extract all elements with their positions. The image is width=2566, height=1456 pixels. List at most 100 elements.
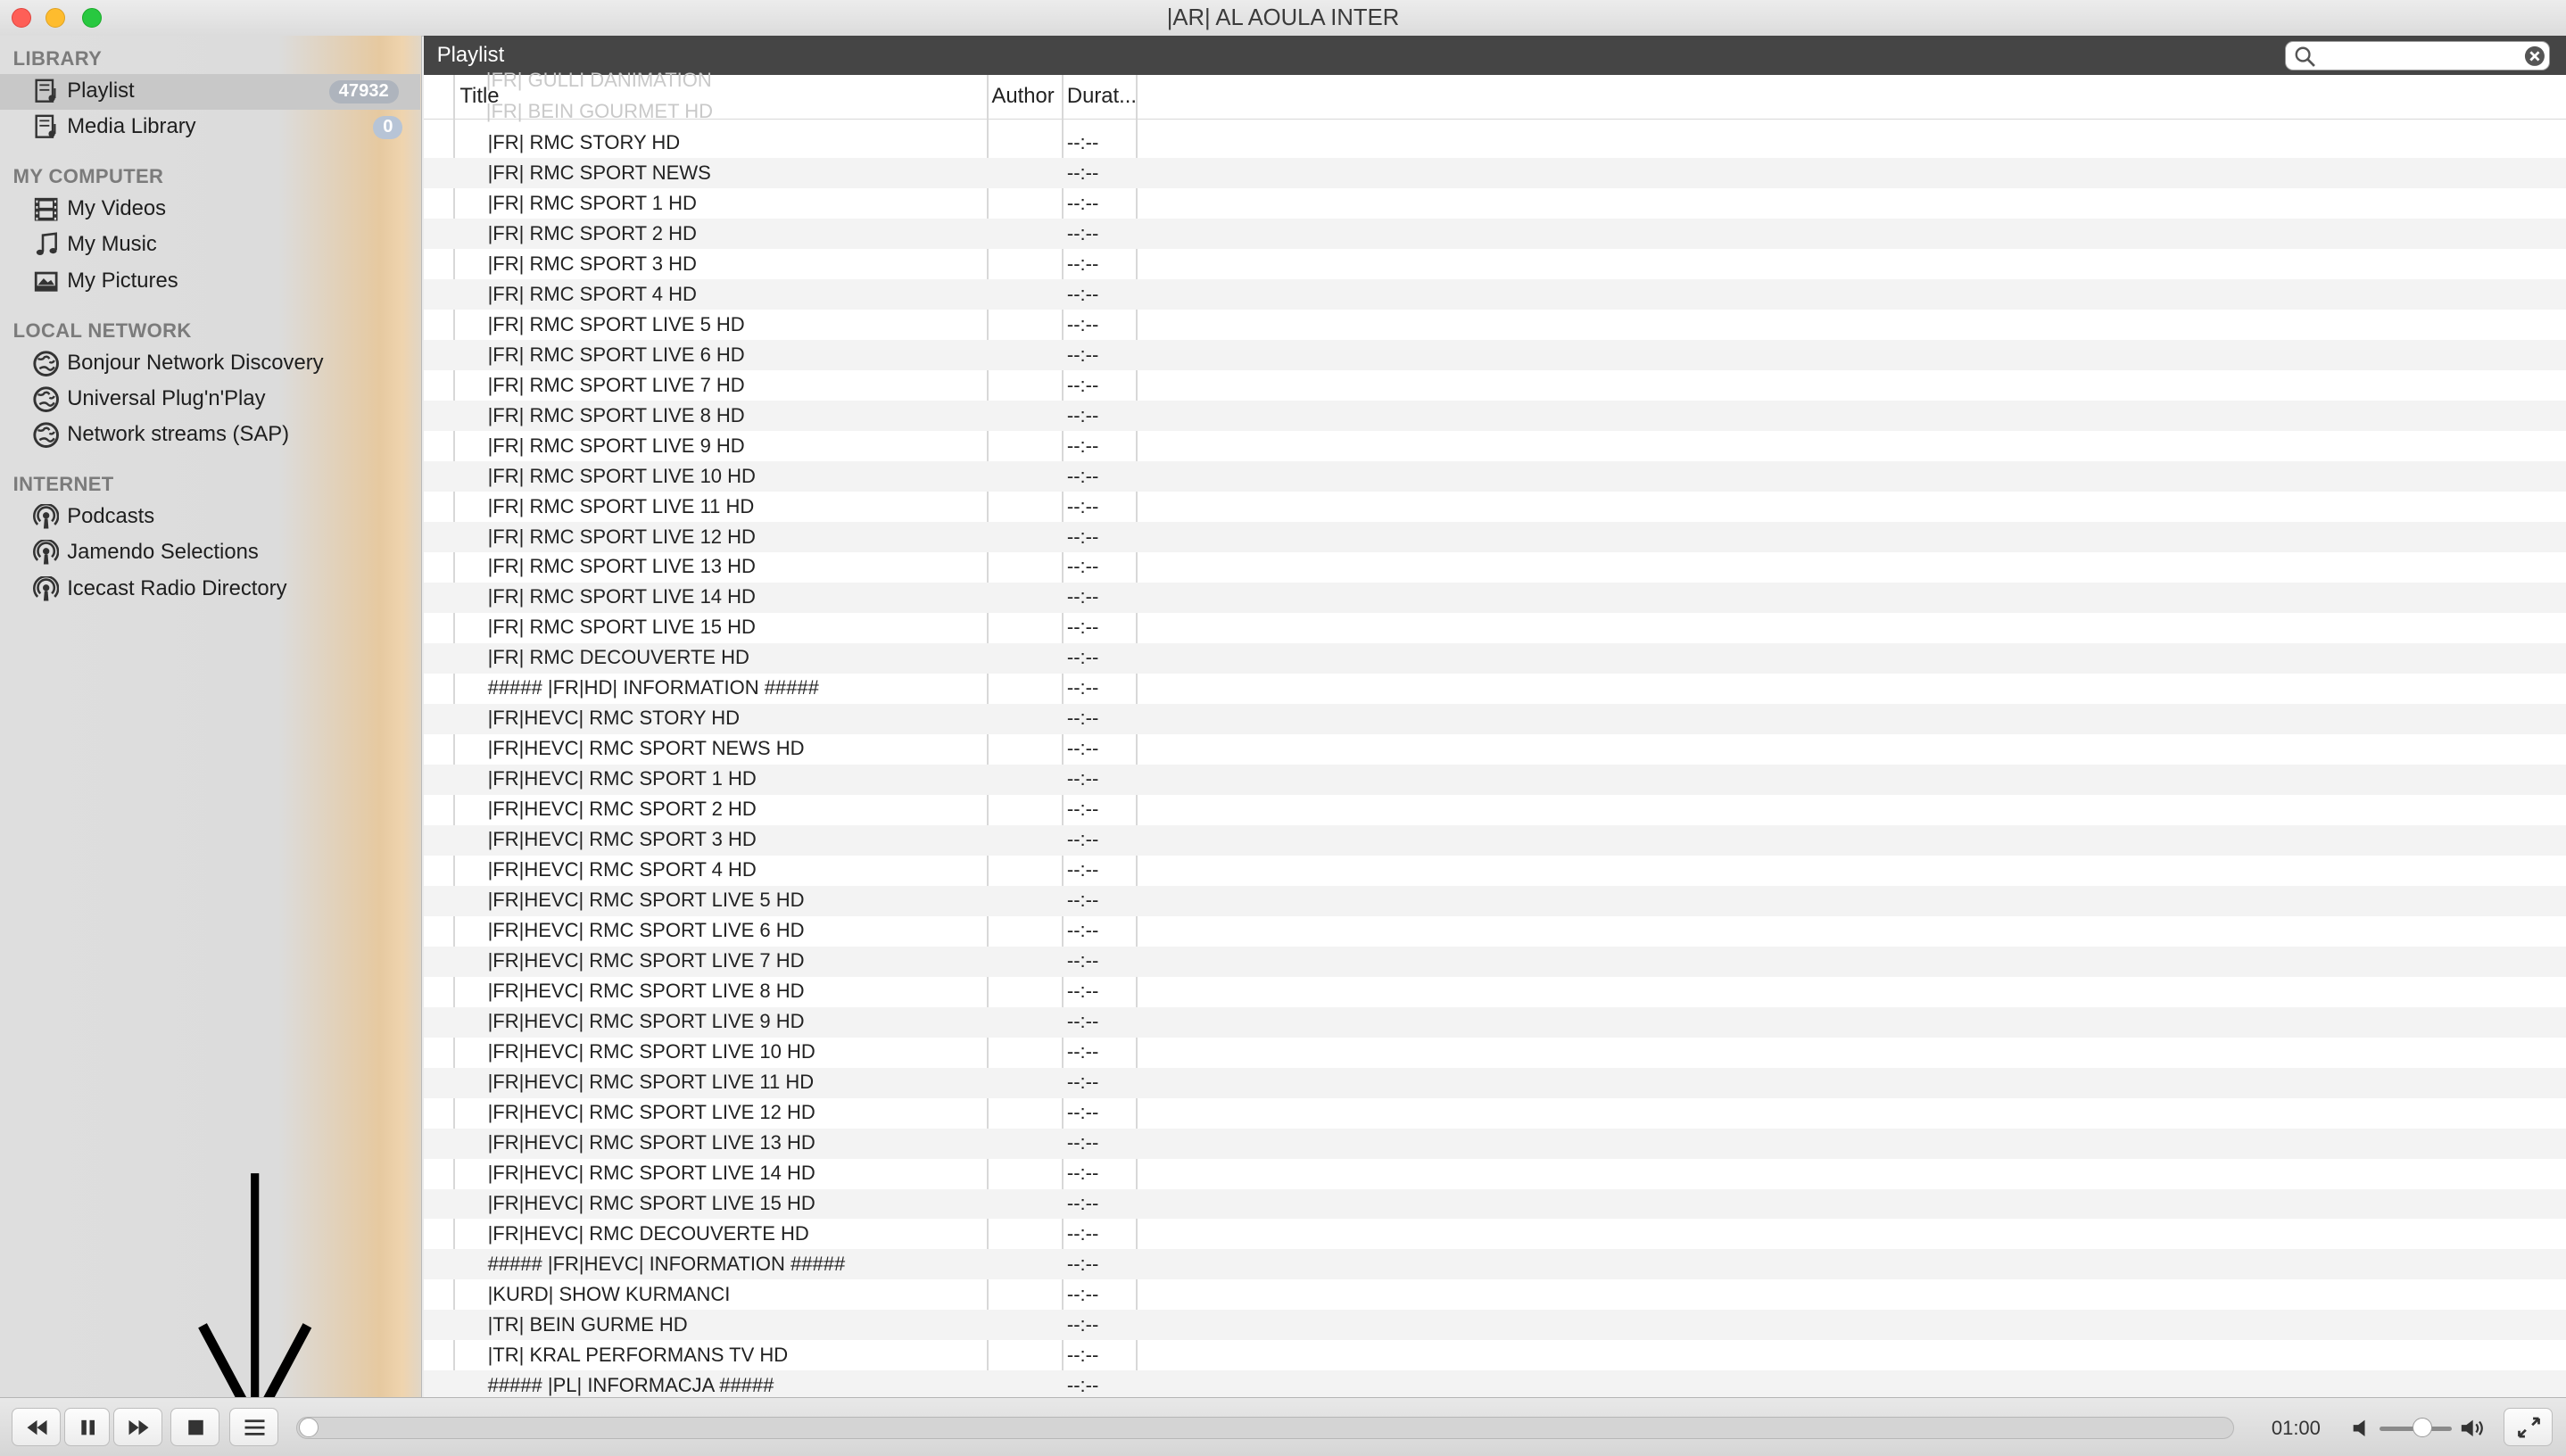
row-duration-cell: --:-- (1066, 858, 1099, 881)
row-title-cell: |FR|HEVC| RMC SPORT LIVE 7 HD (487, 949, 805, 972)
stop-button[interactable] (170, 1408, 219, 1446)
sidebar-item-my-music[interactable]: My Music (0, 228, 420, 263)
table-row[interactable]: |FR|HEVC| RMC STORY HD --:-- (424, 703, 2566, 734)
row-title-cell: |FR| RMC SPORT 1 HD (487, 191, 697, 214)
row-duration-cell: --:-- (1066, 1162, 1099, 1185)
table-row[interactable]: |FR| RMC SPORT LIVE 15 HD --:-- (424, 613, 2566, 643)
sidebar-item-label: Playlist (67, 79, 135, 103)
sidebar-item-bonjour[interactable]: Bonjour Network Discovery (0, 345, 420, 381)
playlist-count-badge: 47932 (328, 79, 399, 103)
sidebar-item-my-pictures[interactable]: My Pictures (0, 263, 420, 299)
table-row[interactable]: |FR| RMC SPORT 2 HD --:-- (424, 219, 2566, 249)
table-row[interactable]: |FR| RMC DECOUVERTE HD --:-- (424, 642, 2566, 674)
fast-forward-button[interactable] (112, 1408, 162, 1446)
table-row[interactable]: ##### |PL| INFORMACJA ##### --:-- (424, 1370, 2566, 1398)
sidebar-item-upnp[interactable]: Universal Plug'n'Play (0, 381, 420, 417)
table-row[interactable]: |FR| RMC SPORT LIVE 10 HD --:-- (424, 460, 2566, 492)
row-title-cell: |FR| RMC SPORT 2 HD (487, 221, 697, 244)
row-title-cell: |FR|HEVC| RMC SPORT LIVE 8 HD (487, 980, 805, 1003)
table-row[interactable]: |FR|HEVC| RMC SPORT LIVE 11 HD --:-- (424, 1067, 2566, 1098)
table-row[interactable]: |FR|HEVC| RMC SPORT LIVE 14 HD --:-- (424, 1159, 2566, 1189)
column-duration[interactable]: Durat... (1067, 84, 1137, 109)
table-row[interactable]: |KURD| SHOW KURMANCI --:-- (424, 1279, 2566, 1310)
row-title-cell: |FR| RMC SPORT LIVE 7 HD (487, 373, 745, 396)
table-row[interactable]: |FR| RMC SPORT LIVE 9 HD --:-- (424, 431, 2566, 461)
search-field[interactable] (2284, 40, 2550, 70)
row-duration-cell: --:-- (1066, 494, 1099, 517)
row-duration-cell: --:-- (1066, 707, 1099, 730)
table-row[interactable]: |FR|HEVC| RMC SPORT LIVE 7 HD --:-- (424, 946, 2566, 977)
row-title-cell: |FR| RMC SPORT LIVE 5 HD (487, 312, 745, 335)
row-title-cell: |FR|HEVC| RMC SPORT LIVE 5 HD (487, 889, 805, 912)
sidebar-item-playlist[interactable]: Playlist 47932 (0, 73, 421, 110)
row-title-cell: ##### |FR|HEVC| INFORMATION ##### (487, 1253, 846, 1276)
pause-icon (80, 1420, 95, 1435)
table-row[interactable]: |TR| BEIN GURME HD --:-- (424, 1310, 2566, 1341)
table-row[interactable]: |FR|HEVC| RMC SPORT 2 HD --:-- (424, 795, 2566, 825)
table-row[interactable]: |FR|HEVC| RMC SPORT LIVE 9 HD --:-- (424, 1006, 2566, 1038)
scrolled-row-ghost: |FR| GULLI DANIMATION (485, 69, 712, 92)
sidebar-item-sap[interactable]: Network streams (SAP) (0, 418, 420, 453)
table-row[interactable]: |FR| RMC SPORT LIVE 8 HD --:-- (424, 400, 2566, 431)
seek-knob[interactable] (298, 1417, 319, 1437)
volume-low-icon[interactable] (2350, 1417, 2373, 1440)
table-row[interactable]: |FR| RMC SPORT LIVE 7 HD --:-- (424, 370, 2566, 401)
table-row[interactable]: |FR| RMC SPORT 1 HD --:-- (424, 188, 2566, 219)
podcast-icon (32, 575, 59, 601)
table-row[interactable]: ##### |FR|HEVC| INFORMATION ##### --:-- (424, 1249, 2566, 1280)
table-row[interactable]: |FR| RMC SPORT NEWS --:-- (424, 158, 2566, 189)
table-row[interactable]: |FR| RMC SPORT LIVE 11 HD --:-- (424, 492, 2566, 522)
sidebar-item-label: Icecast Radio Directory (67, 575, 287, 600)
table-row[interactable]: |FR| RMC SPORT LIVE 14 HD --:-- (424, 582, 2566, 613)
volume-high-icon[interactable] (2460, 1417, 2486, 1440)
table-row[interactable]: |FR|HEVC| RMC SPORT 4 HD --:-- (424, 856, 2566, 886)
row-duration-cell: --:-- (1066, 1040, 1099, 1063)
row-duration-cell: --:-- (1066, 252, 1099, 275)
playlist-toggle-button[interactable] (228, 1408, 278, 1446)
table-row[interactable]: ##### |FR|HD| INFORMATION ##### --:-- (424, 674, 2566, 704)
table-row[interactable]: |FR| RMC STORY HD --:-- (424, 128, 2566, 158)
section-header-library: LIBRARY (12, 47, 103, 70)
row-title-cell: |TR| BEIN GURME HD (487, 1313, 688, 1336)
sidebar-item-podcasts[interactable]: Podcasts (0, 499, 420, 534)
row-title-cell: |FR|HEVC| RMC SPORT LIVE 12 HD (487, 1101, 815, 1124)
table-row[interactable]: |FR|HEVC| RMC SPORT LIVE 6 HD --:-- (424, 916, 2566, 947)
row-title-cell: |FR|HEVC| RMC SPORT 2 HD (487, 798, 757, 821)
table-row[interactable]: |FR|HEVC| RMC SPORT LIVE 5 HD --:-- (424, 885, 2566, 916)
row-duration-cell: --:-- (1066, 312, 1099, 335)
table-row[interactable]: |FR|HEVC| RMC SPORT LIVE 15 HD --:-- (424, 1188, 2566, 1220)
table-row[interactable]: |FR| RMC SPORT 3 HD --:-- (424, 249, 2566, 279)
seek-bar[interactable] (295, 1416, 2234, 1440)
row-title-cell: |FR|HEVC| RMC SPORT LIVE 6 HD (487, 919, 805, 942)
sidebar-item-jamendo[interactable]: Jamendo Selections (0, 535, 420, 571)
sidebar-item-media-library[interactable]: Media Library 0 (0, 110, 420, 145)
clear-search-icon[interactable] (2524, 46, 2545, 67)
column-title[interactable]: Title (459, 84, 499, 109)
table-row[interactable]: |FR|HEVC| RMC SPORT LIVE 13 HD --:-- (424, 1128, 2566, 1159)
table-row[interactable]: |FR| RMC SPORT LIVE 13 HD --:-- (424, 552, 2566, 583)
table-row[interactable]: |FR| RMC SPORT LIVE 6 HD --:-- (424, 339, 2566, 370)
fullscreen-button[interactable] (2504, 1408, 2554, 1446)
table-row[interactable]: |FR|HEVC| RMC SPORT 1 HD --:-- (424, 764, 2566, 795)
volume-knob[interactable] (2413, 1418, 2433, 1438)
table-row[interactable]: |FR|HEVC| RMC SPORT LIVE 12 HD --:-- (424, 1098, 2566, 1129)
table-row[interactable]: |FR| RMC SPORT LIVE 5 HD --:-- (424, 310, 2566, 340)
rewind-button[interactable] (11, 1408, 61, 1446)
row-title-cell: |FR| RMC SPORT LIVE 6 HD (487, 343, 745, 366)
table-row[interactable]: |FR|HEVC| RMC SPORT NEWS HD --:-- (424, 734, 2566, 765)
row-title-cell: |FR|HEVC| RMC SPORT LIVE 10 HD (487, 1040, 815, 1063)
table-row[interactable]: |FR|HEVC| RMC SPORT 3 HD --:-- (424, 824, 2566, 856)
table-row[interactable]: |FR|HEVC| RMC DECOUVERTE HD --:-- (424, 1219, 2566, 1249)
network-icon (33, 350, 59, 376)
table-row[interactable]: |FR| RMC SPORT 4 HD --:-- (424, 278, 2566, 310)
table-row[interactable]: |TR| KRAL PERFORMANS TV HD --:-- (424, 1340, 2566, 1370)
music-note-icon (36, 232, 57, 256)
pause-button[interactable] (63, 1408, 110, 1446)
table-row[interactable]: |FR|HEVC| RMC SPORT LIVE 10 HD --:-- (424, 1038, 2566, 1068)
search-input[interactable] (2321, 43, 2518, 67)
table-row[interactable]: |FR|HEVC| RMC SPORT LIVE 8 HD --:-- (424, 977, 2566, 1007)
sidebar-item-icecast[interactable]: Icecast Radio Directory (0, 571, 420, 607)
sidebar-item-my-videos[interactable]: My Videos (0, 192, 420, 228)
table-row[interactable]: |FR| RMC SPORT LIVE 12 HD --:-- (424, 521, 2566, 552)
column-author[interactable]: Author (992, 84, 1055, 109)
